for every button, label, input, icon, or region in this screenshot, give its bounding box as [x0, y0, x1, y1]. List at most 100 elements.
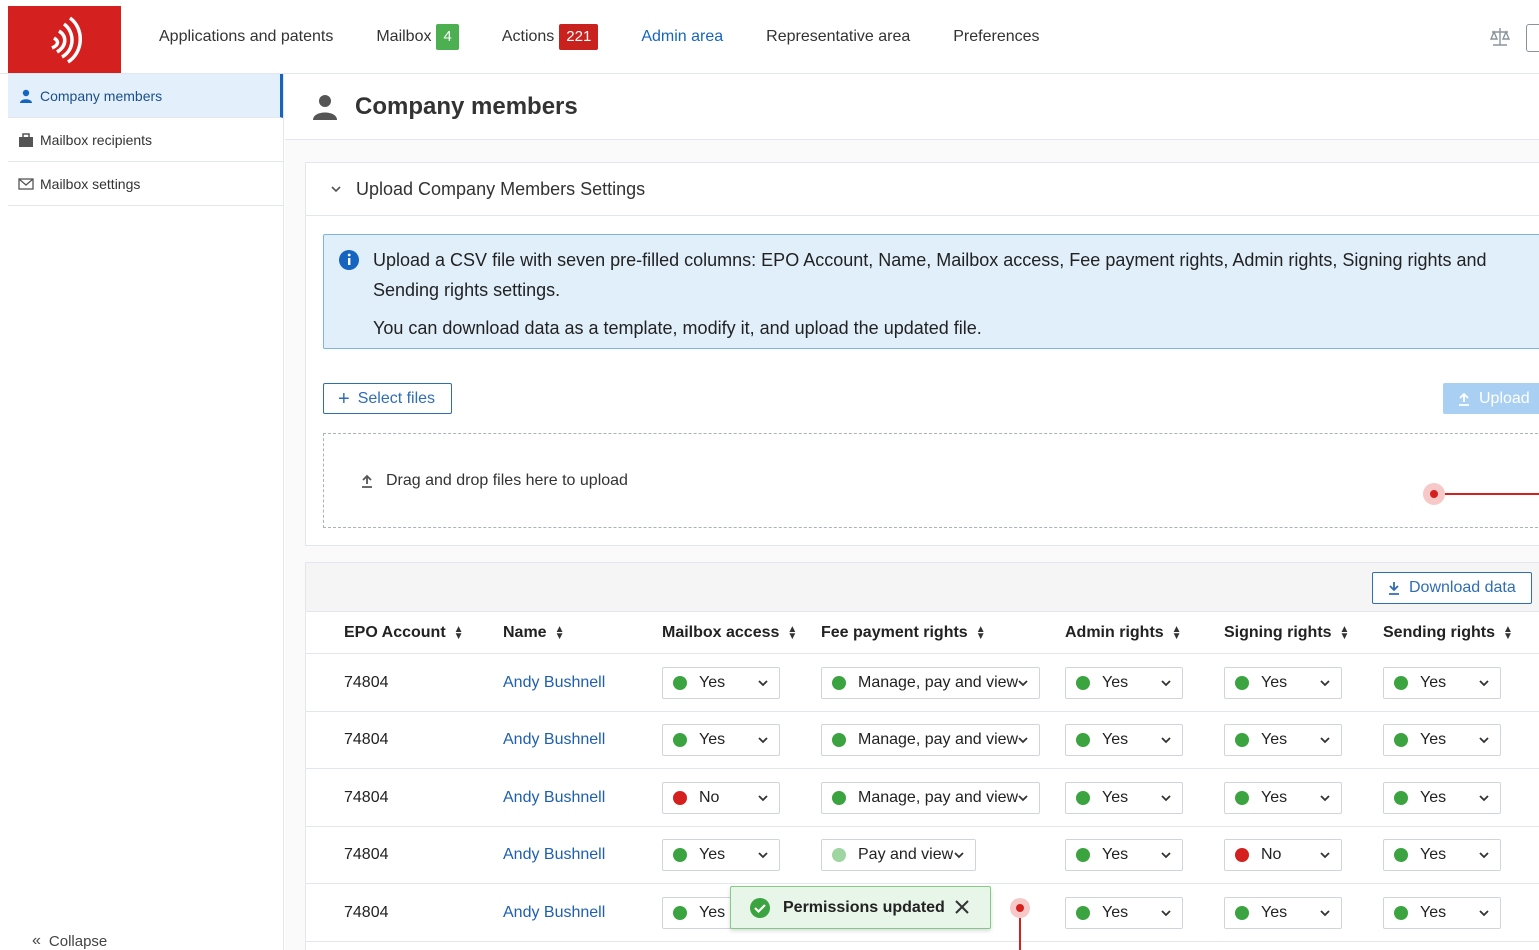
signing-rights-value: Yes [1261, 903, 1288, 921]
status-dot [1394, 905, 1408, 920]
select-files-button[interactable]: + Select files [323, 383, 452, 414]
fee-payment-rights-select[interactable]: Manage, pay and view [821, 666, 1040, 699]
fee-payment-rights-select[interactable]: Manage, pay and view [821, 724, 1040, 757]
collapse-button[interactable]: « Collapse [32, 932, 107, 950]
top-bar: Applications and patents Mailbox 4 Action… [0, 0, 1539, 74]
sending-rights-value: Yes [1420, 673, 1447, 691]
epo-logo[interactable] [8, 6, 121, 73]
nav-applications[interactable]: Applications and patents [159, 28, 333, 46]
mailbox-access-select[interactable]: No [662, 781, 780, 814]
sidebar-item-mailbox-settings[interactable]: Mailbox settings [8, 162, 283, 206]
person-icon [313, 94, 337, 120]
nav-representative-area[interactable]: Representative area [766, 28, 910, 46]
chevron-down-icon [758, 795, 768, 801]
annotation-line [1019, 918, 1021, 950]
chevron-down-icon [1320, 852, 1330, 859]
column-header-sending-rights[interactable]: Sending rights ▲ ▼ [1383, 612, 1513, 654]
status-dot [1235, 790, 1249, 805]
signing-rights-select[interactable]: Yes [1224, 724, 1342, 757]
select-files-label: Select files [357, 389, 436, 407]
mailbox-access-select[interactable]: Yes [662, 839, 780, 872]
column-header-mailbox-access[interactable]: Mailbox access ▲ ▼ [662, 612, 797, 654]
upload-button[interactable]: Upload [1443, 383, 1539, 414]
status-dot [1394, 790, 1408, 805]
annotation-marker [1423, 483, 1445, 505]
chevron-down-icon [954, 852, 964, 859]
admin-rights-select[interactable]: Yes [1065, 839, 1183, 872]
admin-rights-select[interactable]: Yes [1065, 781, 1183, 814]
close-icon[interactable] [952, 897, 972, 917]
status-dot [673, 733, 687, 748]
fee-payment-rights-select[interactable]: Pay and view [821, 839, 976, 872]
sending-rights-select[interactable]: Yes [1383, 724, 1501, 757]
status-dot [673, 905, 687, 920]
epo-account-cell: 74804 [344, 788, 389, 806]
person-icon [20, 89, 32, 103]
column-header-fee-payment-rights[interactable]: Fee payment rights ▲ ▼ [821, 612, 986, 654]
sort-icon: ▲ ▼ [1503, 624, 1513, 642]
upload-section-header[interactable]: Upload Company Members Settings [306, 163, 1539, 216]
status-dot [832, 790, 846, 805]
status-dot [1076, 905, 1090, 920]
sidebar-item-mailbox-recipients[interactable]: Mailbox recipients [8, 118, 283, 162]
member-name-link[interactable]: Andy Bushnell [503, 712, 605, 769]
signing-rights-select[interactable]: Yes [1224, 666, 1342, 699]
member-name-link[interactable]: Andy Bushnell [503, 884, 605, 941]
sending-rights-select[interactable]: Yes [1383, 839, 1501, 872]
info-icon [339, 250, 359, 270]
nav-mailbox[interactable]: Mailbox 4 [376, 24, 459, 50]
top-right-button[interactable] [1526, 24, 1539, 52]
signing-rights-value: No [1261, 846, 1282, 864]
column-label: Signing rights [1224, 624, 1332, 641]
nav-preferences[interactable]: Preferences [953, 28, 1039, 46]
column-header-name[interactable]: Name ▲ ▼ [503, 612, 564, 654]
fee-payment-rights-value: Pay and view [858, 846, 954, 864]
column-header-signing-rights[interactable]: Signing rights ▲ ▼ [1224, 612, 1349, 654]
column-header-epo-account[interactable]: EPO Account ▲ ▼ [344, 612, 464, 654]
member-name-link[interactable]: Andy Bushnell [503, 827, 605, 884]
chevron-down-icon [1161, 852, 1171, 859]
admin-rights-select[interactable]: Yes [1065, 896, 1183, 929]
chevron-down-icon [331, 186, 341, 193]
chevron-down-icon [1320, 737, 1330, 744]
mailbox-access-select[interactable]: Yes [662, 724, 780, 757]
chevron-down-icon [1161, 910, 1171, 917]
chevron-down-icon [1018, 737, 1028, 744]
sending-rights-select[interactable]: Yes [1383, 896, 1501, 929]
chevron-down-icon [1479, 679, 1489, 686]
admin-rights-select[interactable]: Yes [1065, 666, 1183, 699]
chevron-down-icon [1161, 737, 1171, 744]
scales-icon[interactable] [1489, 26, 1511, 48]
double-chevron-left-icon: « [32, 932, 41, 949]
signing-rights-select[interactable]: No [1224, 839, 1342, 872]
sending-rights-select[interactable]: Yes [1383, 781, 1501, 814]
download-data-button[interactable]: Download data [1372, 572, 1532, 604]
signing-rights-select[interactable]: Yes [1224, 781, 1342, 814]
nav-actions[interactable]: Actions 221 [502, 24, 599, 50]
chevron-down-icon [1320, 910, 1330, 917]
mailbox-access-select[interactable]: Yes [662, 666, 780, 699]
column-header-admin-rights[interactable]: Admin rights ▲ ▼ [1065, 612, 1182, 654]
nav-admin-area[interactable]: Admin area [641, 28, 723, 46]
sending-rights-value: Yes [1420, 903, 1447, 921]
file-dropzone[interactable]: Drag and drop files here to upload [323, 433, 1539, 528]
status-dot [1394, 675, 1408, 690]
fee-payment-rights-value: Manage, pay and view [858, 673, 1019, 691]
member-name-link[interactable]: Andy Bushnell [503, 769, 605, 826]
status-dot [1076, 790, 1090, 805]
chevron-down-icon [1161, 679, 1171, 686]
upload-icon [1459, 392, 1469, 406]
upload-label: Upload [1479, 389, 1530, 407]
chevron-down-icon [1018, 679, 1028, 686]
sending-rights-select[interactable]: Yes [1383, 666, 1501, 699]
signing-rights-select[interactable]: Yes [1224, 896, 1342, 929]
plus-icon: + [338, 387, 350, 410]
column-label: Fee payment rights [821, 624, 968, 641]
chevron-down-icon [1479, 737, 1489, 744]
admin-rights-select[interactable]: Yes [1065, 724, 1183, 757]
column-label: Name [503, 624, 547, 641]
fee-payment-rights-select[interactable]: Manage, pay and view [821, 781, 1040, 814]
member-name-link[interactable]: Andy Bushnell [503, 654, 605, 711]
sort-icon: ▲ ▼ [453, 624, 464, 642]
sidebar-item-company-members[interactable]: Company members [8, 74, 283, 118]
